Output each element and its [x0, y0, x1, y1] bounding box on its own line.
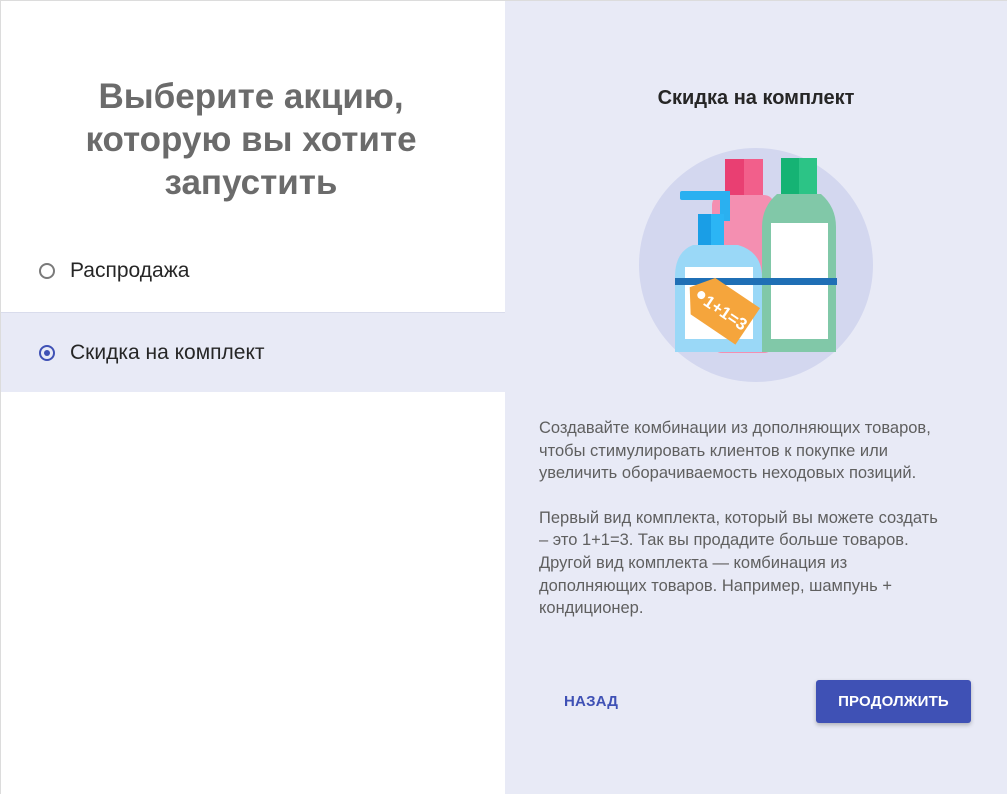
bottles-bundle-icon: 1+1=3: [638, 147, 874, 383]
option-bundle-discount[interactable]: Скидка на комплект: [1, 312, 505, 392]
option-sale[interactable]: Распродажа: [1, 231, 505, 311]
promotion-details-panel: Скидка на комплект 1+1=3 Создавайте комб…: [505, 1, 1007, 794]
description: Создавайте комбинации из дополняющих тов…: [539, 417, 949, 642]
continue-button[interactable]: ПРОДОЛЖИТЬ: [816, 680, 971, 723]
radio-bundle-discount[interactable]: [39, 344, 55, 361]
details-title: Скидка на комплект: [657, 87, 855, 109]
description-paragraph-2: Первый вид комплекта, который вы можете …: [539, 508, 938, 618]
option-bundle-discount-label: Скидка на комплект: [70, 340, 265, 364]
promotion-wizard: Выберите акцию, которую вы хотите запуст…: [0, 0, 1007, 794]
description-paragraph-1: Создавайте комбинации из дополняющих тов…: [539, 419, 931, 483]
back-button[interactable]: НАЗАД: [548, 680, 634, 722]
option-sale-label: Распродажа: [70, 259, 190, 282]
radio-sale[interactable]: [39, 263, 55, 279]
page-title: Выберите акцию, которую вы хотите запуст…: [85, 77, 417, 202]
promotion-type-panel: Выберите акцию, которую вы хотите запуст…: [1, 1, 505, 794]
